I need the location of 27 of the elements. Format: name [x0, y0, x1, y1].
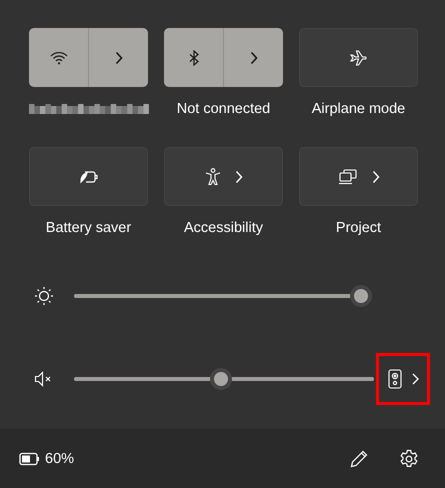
tile-label: Not connected: [176, 100, 270, 119]
airplane-icon: [348, 50, 368, 66]
chevron-icon: [114, 50, 122, 64]
chevron-icon: [412, 373, 418, 385]
settings-icon: [399, 449, 419, 469]
tile-label: Battery saver: [46, 219, 132, 238]
tile-label: Airplane mode: [312, 100, 406, 119]
brightness-icon: [34, 286, 54, 306]
battery-icon: [19, 452, 41, 466]
toggle-tile[interactable]: [299, 28, 418, 87]
pencil-icon: [349, 449, 369, 469]
chevron-icon: [234, 170, 242, 184]
chevron-icon: [372, 170, 380, 184]
battery-leaf-icon: [78, 170, 98, 184]
chevron-icon: [250, 50, 258, 64]
menu-tile[interactable]: [299, 147, 418, 206]
battery-percentage: 60%: [45, 451, 74, 467]
wifi-icon: [50, 50, 68, 64]
audio-output-button[interactable]: [376, 353, 430, 405]
tile-label: Project: [336, 219, 382, 238]
toggle-tile[interactable]: [29, 147, 148, 206]
tile-label: Accessibility: [184, 219, 263, 238]
menu-tile[interactable]: [164, 147, 283, 206]
screens-icon: [338, 168, 358, 184]
speaker-device-icon: [388, 369, 402, 389]
person-icon: [204, 168, 220, 186]
bluetooth-icon: [188, 50, 198, 66]
